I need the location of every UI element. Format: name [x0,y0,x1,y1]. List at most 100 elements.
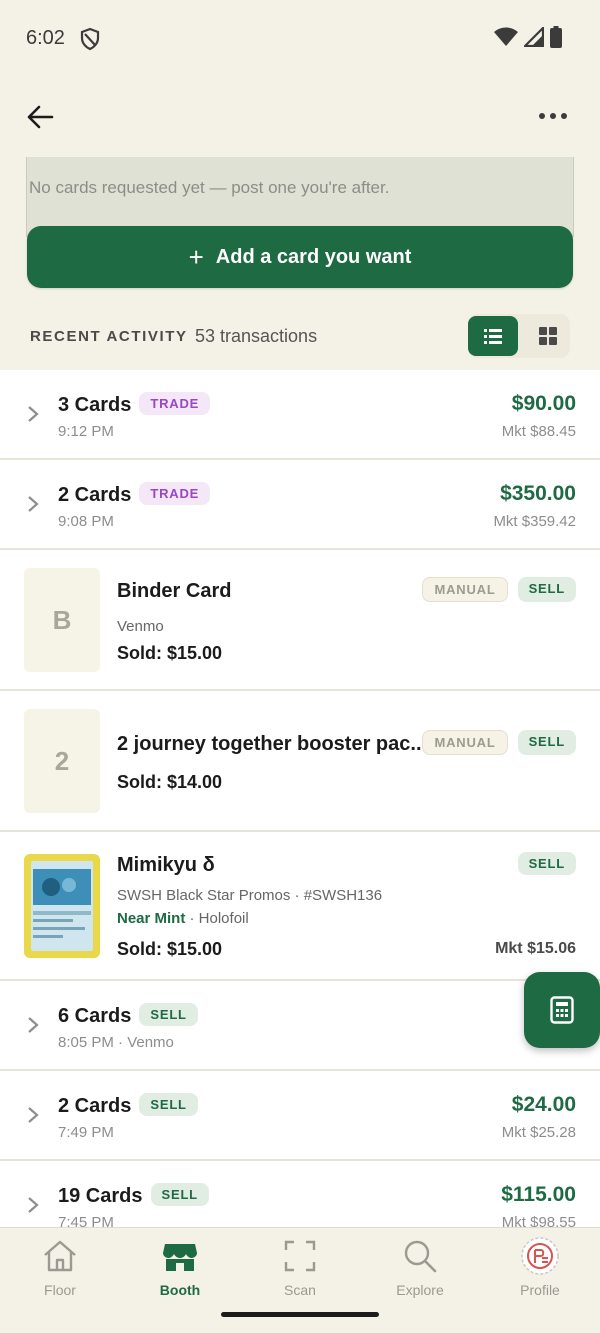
list-icon [484,329,502,344]
top-app-bar [0,88,600,144]
chevron-right-icon [28,1017,39,1033]
sell-badge: SELL [150,1183,209,1206]
transaction-title: 2 Cards SELL [58,1093,198,1118]
card-sale-row[interactable]: Mimikyu δ SELL SWSH Black Star Promos · … [0,832,600,981]
nav-floor[interactable]: Floor [5,1236,115,1306]
transaction-price: $350.00 [500,482,576,505]
sell-badge: SELL [517,852,576,875]
plus-icon: + [188,242,204,272]
mimikyu-card-art [27,857,97,955]
transaction-title: 19 Cards SELL [58,1183,209,1208]
transaction-row[interactable]: 2 Cards TRADE 9:08 PM $350.00 Mkt $359.42 [0,460,600,550]
card-condition: Near Mint [117,910,186,927]
chevron-right-icon [28,1197,39,1213]
status-bar: 6:02 [0,0,600,78]
calculator-icon [550,996,574,1024]
wifi-icon [494,27,518,46]
profile-avatar-icon [521,1237,559,1275]
transaction-time: 8:05 PM · Venmo [58,1034,174,1051]
chevron-right-icon [28,496,39,512]
add-wanted-card-button[interactable]: + Add a card you want [27,226,573,288]
nav-booth-label: Booth [159,1282,201,1298]
bottom-navigation: Floor Booth Scan Explore Profile [0,1227,600,1333]
search-icon [404,1240,437,1273]
nav-profile[interactable]: Profile [485,1236,595,1306]
transaction-title-text: 19 Cards [58,1185,143,1207]
transaction-title-text: 2 Cards [58,1095,132,1117]
signal-icon [524,27,544,47]
trade-badge: TRADE [139,482,211,505]
sold-price: Sold: $15.00 [117,939,223,959]
transaction-row[interactable]: 3 Cards TRADE 9:12 PM $90.00 Mkt $88.45 [0,370,600,460]
sold-price: Sold: $14.00 [117,772,223,792]
trade-badge: TRADE [139,392,211,415]
transaction-price: $24.00 [511,1093,576,1116]
transaction-time: 7:45 PM [58,1214,114,1227]
card-badges: MANUAL SELL [422,730,576,755]
sell-badge: SELL [517,730,576,755]
card-finish: · Holofoil [185,910,249,927]
card-thumbnail-placeholder: B [24,568,100,672]
add-wanted-card-label: Add a card you want [215,245,412,268]
transaction-title: 3 Cards TRADE [58,392,211,417]
back-arrow-icon[interactable] [24,100,58,134]
grid-icon [539,327,557,345]
card-name: Mimikyu δ [117,854,215,876]
card-market-price: Mkt $15.06 [495,940,576,957]
transaction-title-text: 2 Cards [58,484,132,506]
transaction-price: $90.00 [511,392,576,415]
transaction-title: 6 Cards SELL [58,1003,198,1028]
nav-explore-label: Explore [396,1282,444,1298]
transaction-row[interactable]: 6 CardsSELL 8:05 PM · Venmo $8 Mkt $ [0,981,600,1071]
status-time: 6:02 [26,27,65,49]
shield-icon [80,27,100,51]
card-thumbnail-placeholder: 2 [24,709,100,813]
transaction-title-text: 6 Cards [58,1005,132,1027]
transaction-row[interactable]: 2 Cards SELL 7:49 PM $24.00 Mkt $25.28 [0,1071,600,1161]
calculator-fab[interactable] [524,972,600,1048]
transaction-price: $115.00 [501,1183,576,1206]
transaction-time: 7:49 PM [58,1124,114,1141]
nav-profile-label: Profile [520,1282,560,1298]
recent-activity-header: RECENT ACTIVITY 53 transactions [0,312,600,362]
chevron-right-icon [28,1107,39,1123]
scan-icon [284,1240,316,1272]
view-mode-toggle [468,314,570,358]
transaction-market-price: Mkt $88.45 [501,423,576,440]
transaction-row[interactable]: 19 Cards SELL 7:45 PM $115.00 Mkt $98.55 [0,1161,600,1227]
list-view-button[interactable] [468,316,518,356]
card-sale-row[interactable]: B Binder Card MANUAL SELL Venmo Sold: $1… [0,550,600,691]
transaction-list[interactable]: 3 Cards TRADE 9:12 PM $90.00 Mkt $88.45 2… [0,370,600,1227]
more-options-icon[interactable] [536,102,570,130]
grid-view-button[interactable] [528,316,568,356]
card-sale-row[interactable]: 2 2 journey together booster pac... MANU… [0,691,600,832]
status-icons [494,26,562,48]
nav-scan-label: Scan [284,1282,316,1298]
manual-badge: MANUAL [422,577,508,602]
store-icon [163,1244,197,1271]
empty-state-text: No cards requested yet — post one you're… [29,178,390,197]
home-indicator [221,1312,379,1317]
chevron-right-icon [28,406,39,422]
card-badges: SELL [517,852,576,875]
transaction-title-text: 3 Cards [58,394,132,416]
card-set: SWSH Black Star Promos · #SWSH136 [117,887,383,904]
manual-badge: MANUAL [422,730,508,755]
recent-activity-title: RECENT ACTIVITY [30,328,188,345]
transaction-title: 2 Cards TRADE [58,482,211,507]
transaction-market-price: Mkt $359.42 [493,513,576,530]
transaction-count: 53 transactions [195,326,318,346]
sell-badge: SELL [139,1003,198,1026]
transaction-market-price: Mkt $25.28 [501,1124,576,1141]
home-icon [44,1240,76,1272]
card-name: 2 journey together booster pac... [117,733,428,755]
payment-method: Venmo [117,618,164,635]
transaction-time: 9:12 PM [58,423,114,440]
sold-price: Sold: $15.00 [117,643,223,663]
nav-explore[interactable]: Explore [365,1236,475,1306]
nav-booth[interactable]: Booth [125,1236,235,1306]
nav-scan[interactable]: Scan [245,1236,355,1306]
transaction-market-price: Mkt $98.55 [501,1214,576,1227]
card-badges: MANUAL SELL [422,577,576,602]
battery-icon [550,26,562,48]
